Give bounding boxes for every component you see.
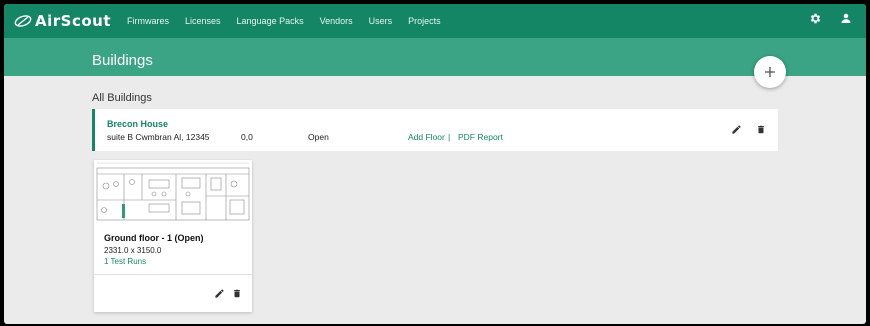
- nav-link-vendors[interactable]: Vendors: [320, 16, 353, 26]
- app-window: AirScout Firmwares Licenses Language Pac…: [4, 4, 866, 324]
- add-building-button[interactable]: [754, 56, 786, 88]
- floor-plan-thumbnail: [94, 160, 252, 223]
- nav-link-language-packs[interactable]: Language Packs: [237, 16, 304, 26]
- add-floor-link[interactable]: Add Floor: [408, 132, 445, 142]
- pencil-icon[interactable]: [731, 124, 742, 135]
- nav-link-users[interactable]: Users: [369, 16, 393, 26]
- logo-text: AirScout: [35, 12, 111, 30]
- nav-link-licenses[interactable]: Licenses: [185, 16, 221, 26]
- nav-link-projects[interactable]: Projects: [408, 16, 441, 26]
- top-navbar: AirScout Firmwares Licenses Language Pac…: [4, 4, 866, 38]
- building-status: Open: [308, 132, 329, 142]
- nav-actions: [809, 12, 852, 25]
- building-coords: 0,0: [241, 132, 253, 142]
- floor-dimensions: 2331.0 x 3150.0: [104, 246, 162, 255]
- pencil-icon[interactable]: [214, 288, 225, 299]
- building-address: suite B Cwmbran Al, 12345: [107, 132, 210, 142]
- trash-icon[interactable]: [232, 288, 242, 299]
- trash-icon[interactable]: [756, 124, 766, 135]
- link-separator: |: [448, 132, 451, 142]
- building-row: Brecon House suite B Cwmbran Al, 12345 0…: [92, 109, 778, 151]
- logo[interactable]: AirScout: [14, 12, 111, 30]
- pdf-report-link[interactable]: PDF Report: [458, 132, 503, 142]
- card-divider: [94, 274, 252, 275]
- airscout-logo-icon: [14, 15, 32, 27]
- test-runs-link[interactable]: 1 Test Runs: [104, 257, 146, 266]
- section-title: All Buildings: [92, 92, 152, 104]
- gear-icon[interactable]: [809, 12, 822, 25]
- nav-link-firmwares[interactable]: Firmwares: [127, 16, 169, 26]
- floor-card[interactable]: Ground floor - 1 (Open) 2331.0 x 3150.0 …: [94, 160, 252, 312]
- plus-icon: [765, 67, 775, 77]
- page-header-banner: Buildings: [4, 38, 866, 76]
- building-name[interactable]: Brecon House: [107, 119, 168, 129]
- nav-links: Firmwares Licenses Language Packs Vendor…: [127, 16, 457, 26]
- user-icon[interactable]: [840, 12, 852, 24]
- page-title: Buildings: [92, 52, 153, 69]
- floor-title: Ground floor - 1 (Open): [104, 233, 204, 243]
